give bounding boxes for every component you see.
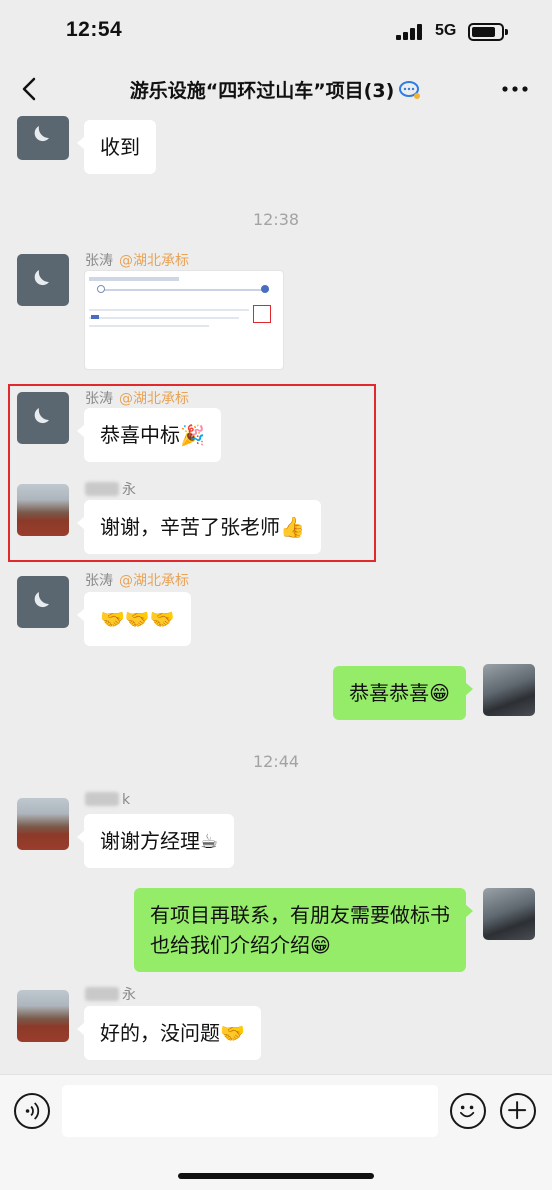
message-text: 恭喜恭喜😁: [349, 681, 450, 705]
group-chat-icon: [399, 81, 421, 99]
message-bubble-self[interactable]: 恭喜恭喜😁: [333, 666, 473, 720]
avatar-self[interactable]: [483, 888, 535, 940]
sender-tag: @湖北承标: [119, 253, 189, 269]
message-text-line: 有项目再联系，有朋友需要做标书: [150, 903, 450, 927]
more-dots-icon[interactable]: [500, 76, 530, 102]
chat-title: 游乐设施“四环过山车”项目(3): [0, 76, 552, 103]
avatar[interactable]: [17, 798, 69, 850]
emoji-icon[interactable]: [450, 1093, 486, 1129]
avatar[interactable]: [17, 116, 69, 160]
chat-title-text: 游乐设施“四环过山车”项目(3): [129, 80, 395, 102]
sender-name: 张涛 @湖北承标: [85, 570, 189, 590]
sender-name: 永: [85, 984, 136, 1004]
plus-icon[interactable]: [500, 1093, 536, 1129]
battery-icon: [468, 23, 508, 41]
timestamp: 12:38: [252, 210, 300, 229]
message-text: 收到: [100, 135, 140, 159]
status-time: 12:54: [66, 18, 123, 41]
message-text: 恭喜中标🎉: [100, 423, 205, 447]
sender-label: 张涛: [85, 253, 113, 269]
timestamp: 12:44: [252, 752, 300, 771]
blurred-name: [85, 482, 119, 496]
avatar[interactable]: [17, 990, 69, 1042]
avatar[interactable]: [17, 484, 69, 536]
sender-name: 张涛 @湖北承标: [85, 388, 189, 408]
signal-icon: [396, 24, 424, 40]
message-bubble[interactable]: 谢谢，辛苦了张老师👍: [77, 500, 321, 554]
message-bubble[interactable]: 收到: [77, 120, 156, 174]
sender-name: k: [85, 792, 130, 808]
sender-name: 永: [85, 479, 136, 499]
message-input[interactable]: [62, 1085, 438, 1137]
status-bar: 12:54 5G: [0, 0, 552, 62]
input-bar: [0, 1074, 552, 1190]
sender-label: 张涛: [85, 391, 113, 407]
sender-label: 永: [122, 987, 136, 1003]
message-bubble-self[interactable]: 有项目再联系，有朋友需要做标书 也给我们介绍介绍😁: [134, 888, 473, 972]
message-bubble[interactable]: 恭喜中标🎉: [77, 408, 221, 462]
sender-label: 张涛: [85, 573, 113, 589]
message-text-line: 也给我们介绍介绍😁: [150, 933, 331, 957]
avatar[interactable]: [17, 254, 69, 306]
sender-name: 张涛 @湖北承标: [85, 250, 189, 270]
avatar[interactable]: [17, 576, 69, 628]
voice-icon[interactable]: [14, 1093, 50, 1129]
message-text: 谢谢，辛苦了张老师👍: [100, 515, 305, 539]
network-label: 5G: [435, 22, 457, 39]
message-bubble[interactable]: 好的，没问题🤝: [77, 1006, 261, 1060]
blurred-name: [85, 987, 119, 1001]
nav-bar: 游乐设施“四环过山车”项目(3): [0, 62, 552, 116]
message-text: 谢谢方经理☕: [100, 829, 218, 853]
home-indicator: [178, 1173, 374, 1179]
sender-label: 永: [122, 482, 136, 498]
message-text: 好的，没问题🤝: [100, 1021, 245, 1045]
sender-tag: @湖北承标: [119, 573, 189, 589]
image-message[interactable]: [84, 270, 284, 370]
message-text: 🤝🤝🤝: [100, 607, 175, 631]
avatar-self[interactable]: [483, 664, 535, 716]
sender-label: k: [122, 792, 131, 808]
message-bubble[interactable]: 谢谢方经理☕: [77, 814, 234, 868]
chat-area[interactable]: 收到 12:38 张涛 @湖北承标 张涛 @湖北承标 恭喜中标🎉 永 谢谢，辛苦了张…: [0, 116, 552, 1074]
avatar[interactable]: [17, 392, 69, 444]
blurred-name: [85, 792, 119, 806]
sender-tag: @湖北承标: [119, 391, 189, 407]
message-bubble[interactable]: 🤝🤝🤝: [77, 592, 191, 646]
